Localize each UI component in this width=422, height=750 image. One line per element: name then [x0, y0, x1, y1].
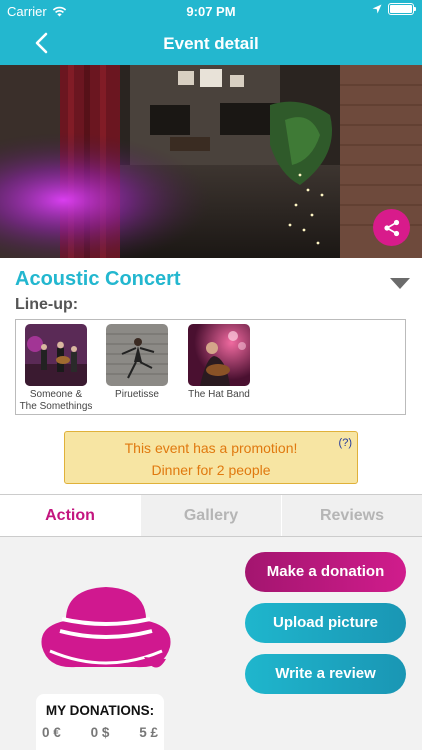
write-review-button[interactable]: Write a review — [245, 654, 406, 694]
status-bar: Carrier 9:07 PM — [0, 0, 422, 22]
location-arrow-icon — [372, 4, 382, 14]
lineup-item[interactable]: Someone & The Somethings — [16, 324, 96, 413]
band-photo — [106, 324, 168, 386]
my-donations-card: MY DONATIONS: 0 € 0 $ 5 £ — [36, 694, 164, 750]
venue-photo — [0, 65, 422, 258]
share-icon — [383, 219, 399, 236]
nav-bar: Event detail — [0, 22, 422, 65]
upload-picture-button[interactable]: Upload picture — [245, 603, 406, 643]
share-button[interactable] — [373, 209, 410, 246]
band-name-line: The Hat Band — [188, 389, 250, 400]
band-name-line: The Somethings — [19, 401, 93, 412]
status-right — [372, 3, 416, 15]
donations-amounts: 0 € 0 $ 5 £ — [42, 725, 158, 740]
band-photo — [25, 324, 87, 386]
donations-label: MY DONATIONS: — [45, 703, 155, 718]
hat-icon — [41, 587, 171, 668]
band-photo — [188, 324, 250, 386]
band-name-line: Piruetisse — [115, 389, 159, 400]
lineup-item[interactable]: The Hat Band — [179, 324, 259, 401]
tab-gallery[interactable]: Gallery — [140, 495, 281, 536]
tab-action[interactable]: Action — [0, 495, 140, 536]
event-hero-image — [0, 65, 422, 258]
expand-details-button[interactable] — [390, 276, 410, 294]
action-panel: Make a donation Upload picture Write a r… — [0, 537, 422, 750]
lineup-label: Line-up: — [15, 296, 79, 313]
band-name: Someone & The Somethings — [16, 389, 96, 413]
promotion-help-link[interactable]: (?) — [339, 437, 352, 449]
band-name: The Hat Band — [179, 389, 259, 401]
clock: 9:07 PM — [186, 4, 236, 19]
tab-bar: Action Gallery Reviews — [0, 494, 422, 537]
donation-pound: 5 £ — [139, 725, 158, 740]
donation-euro: 0 € — [42, 725, 61, 740]
event-title: Acoustic Concert — [15, 268, 181, 290]
promotion-headline: This event has a promotion! — [124, 440, 298, 456]
tab-reviews[interactable]: Reviews — [281, 495, 422, 536]
band-name-line: Someone & — [29, 389, 83, 400]
triangle-down-icon — [390, 278, 410, 289]
page-title: Event detail — [163, 34, 259, 53]
lineup-list: Someone & The Somethings Piruetisse The … — [15, 319, 406, 415]
band-name: Piruetisse — [97, 389, 177, 401]
promotion-banner[interactable]: This event has a promotion! Dinner for 2… — [64, 431, 358, 484]
donation-dollar: 0 $ — [90, 725, 110, 740]
promotion-detail: Dinner for 2 people — [151, 462, 271, 478]
battery-icon — [388, 3, 416, 15]
make-donation-button[interactable]: Make a donation — [245, 552, 406, 592]
lineup-item[interactable]: Piruetisse — [97, 324, 177, 401]
